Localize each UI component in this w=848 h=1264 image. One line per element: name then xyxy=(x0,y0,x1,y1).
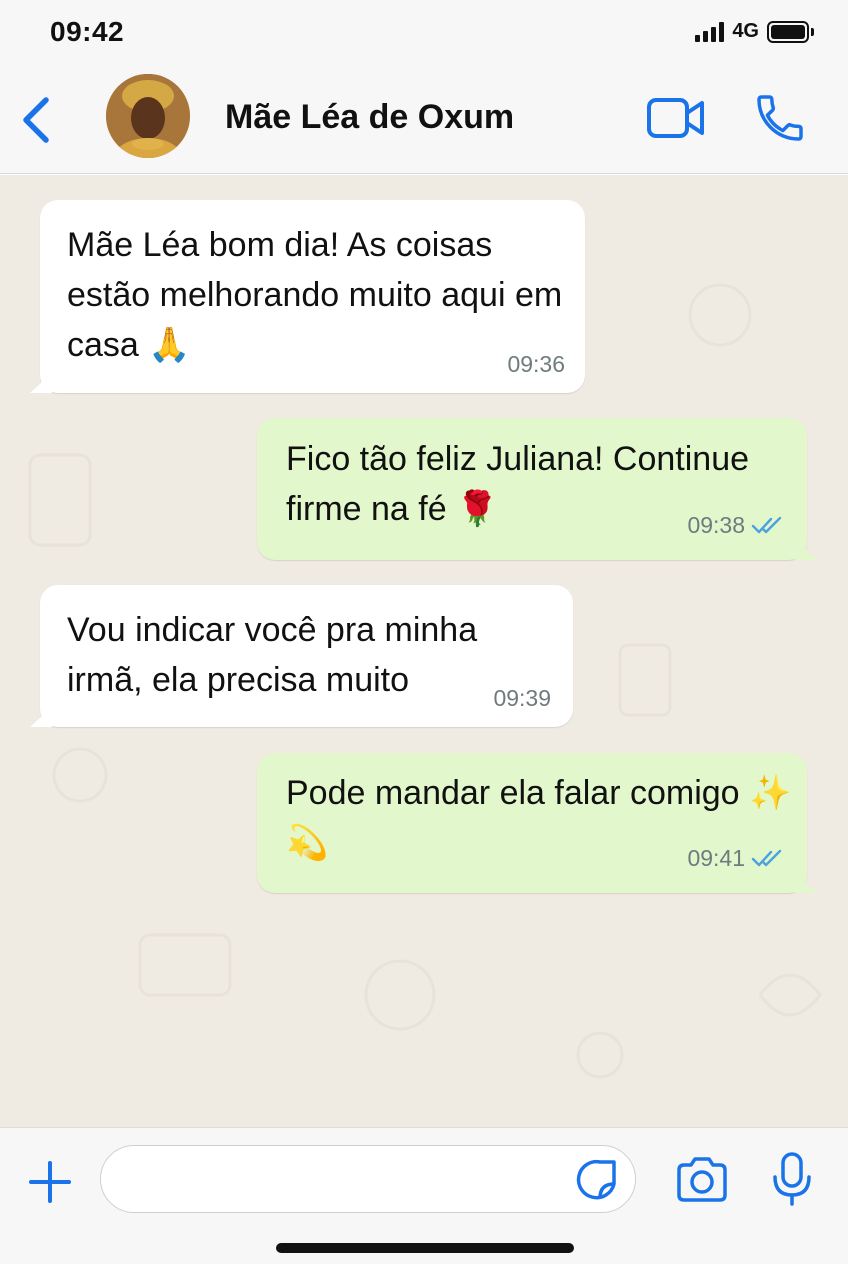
chat-area[interactable]: Mãe Léa bom dia! As coisas estão melhora… xyxy=(0,175,848,1127)
attach-button[interactable] xyxy=(26,1158,74,1206)
camera-icon xyxy=(677,1157,727,1202)
message-text: Vou indicar você pra minha irmã, ela pre… xyxy=(67,611,478,699)
plus-icon xyxy=(29,1161,71,1203)
video-call-button[interactable] xyxy=(646,94,706,142)
message-time: 09:38 xyxy=(687,512,745,538)
home-indicator[interactable] xyxy=(276,1243,574,1253)
message-text: Mãe Léa bom dia! As coisas estão melhora… xyxy=(67,226,563,364)
back-button[interactable] xyxy=(18,92,58,148)
message-time: 09:41 xyxy=(687,845,745,871)
chevron-left-icon xyxy=(23,97,49,143)
network-label: 4G xyxy=(732,20,759,42)
microphone-icon xyxy=(773,1152,811,1206)
message-meta: 09:36 xyxy=(507,351,565,377)
microphone-button[interactable] xyxy=(771,1151,813,1207)
contact-avatar[interactable] xyxy=(106,74,190,158)
message-input[interactable] xyxy=(100,1145,636,1213)
double-check-icon xyxy=(751,516,782,534)
avatar-image xyxy=(106,74,190,158)
camera-button[interactable] xyxy=(675,1154,729,1204)
status-bar: 09:42 4G xyxy=(0,0,848,70)
message-bubble-outgoing[interactable]: Fico tão feliz Juliana! Continue firme n… xyxy=(257,418,817,560)
message-bubble-outgoing[interactable]: Pode mandar ela falar comigo ✨💫 09:41 xyxy=(257,753,817,893)
sticker-icon xyxy=(576,1159,616,1200)
battery-icon xyxy=(767,20,814,43)
message-meta: 09:39 xyxy=(493,685,551,711)
contact-name[interactable]: Mãe Léa de Oxum xyxy=(225,98,514,137)
sticker-button[interactable] xyxy=(574,1158,618,1202)
double-check-icon xyxy=(751,849,782,867)
message-meta: 09:41 xyxy=(687,845,785,871)
message-meta: 09:38 xyxy=(687,512,785,538)
message-time: 09:36 xyxy=(507,351,565,377)
message-bubble-incoming[interactable]: Vou indicar você pra minha irmã, ela pre… xyxy=(30,585,573,727)
phone-icon xyxy=(757,95,803,141)
status-indicators: 4G xyxy=(695,20,814,43)
message-time: 09:39 xyxy=(493,685,551,711)
signal-bars-icon xyxy=(695,21,725,42)
video-camera-icon xyxy=(647,98,704,138)
status-time: 09:42 xyxy=(50,16,125,47)
message-bubble-incoming[interactable]: Mãe Léa bom dia! As coisas estão melhora… xyxy=(30,200,585,393)
voice-call-button[interactable] xyxy=(752,90,808,146)
chat-header: Mãe Léa de Oxum xyxy=(0,70,848,174)
